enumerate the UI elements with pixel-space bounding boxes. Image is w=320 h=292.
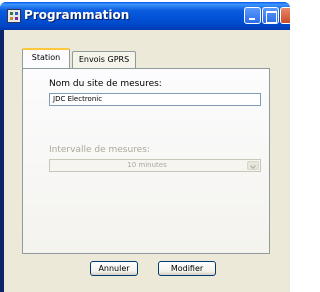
chevron-down-icon	[247, 161, 259, 170]
site-name-label: Nom du site de mesures:	[49, 79, 162, 89]
modify-button[interactable]: Modifier	[158, 261, 216, 276]
cancel-button[interactable]: Annuler	[90, 261, 138, 276]
window-title: Programmation	[24, 8, 130, 22]
interval-label: Intervalle de mesures:	[49, 145, 150, 155]
interval-select-value: 10 minutes	[127, 161, 167, 169]
dialog-body: Station Envois GPRS Nom du site de mesur…	[4, 30, 290, 292]
programmation-window: Programmation Station Envois GPRS Nom du…	[0, 2, 290, 292]
station-tab-panel: Nom du site de mesures: JDC Electronic I…	[22, 68, 270, 254]
minimize-icon[interactable]	[244, 7, 261, 24]
title-bar[interactable]: Programmation	[0, 2, 290, 30]
interval-select: 10 minutes	[49, 159, 261, 172]
app-icon	[7, 9, 21, 23]
maximize-icon[interactable]	[262, 7, 279, 24]
tab-envois-gprs[interactable]: Envois GPRS	[72, 51, 136, 69]
close-icon[interactable]	[280, 7, 290, 24]
tab-station[interactable]: Station	[22, 48, 70, 68]
site-name-input[interactable]: JDC Electronic	[49, 93, 261, 106]
